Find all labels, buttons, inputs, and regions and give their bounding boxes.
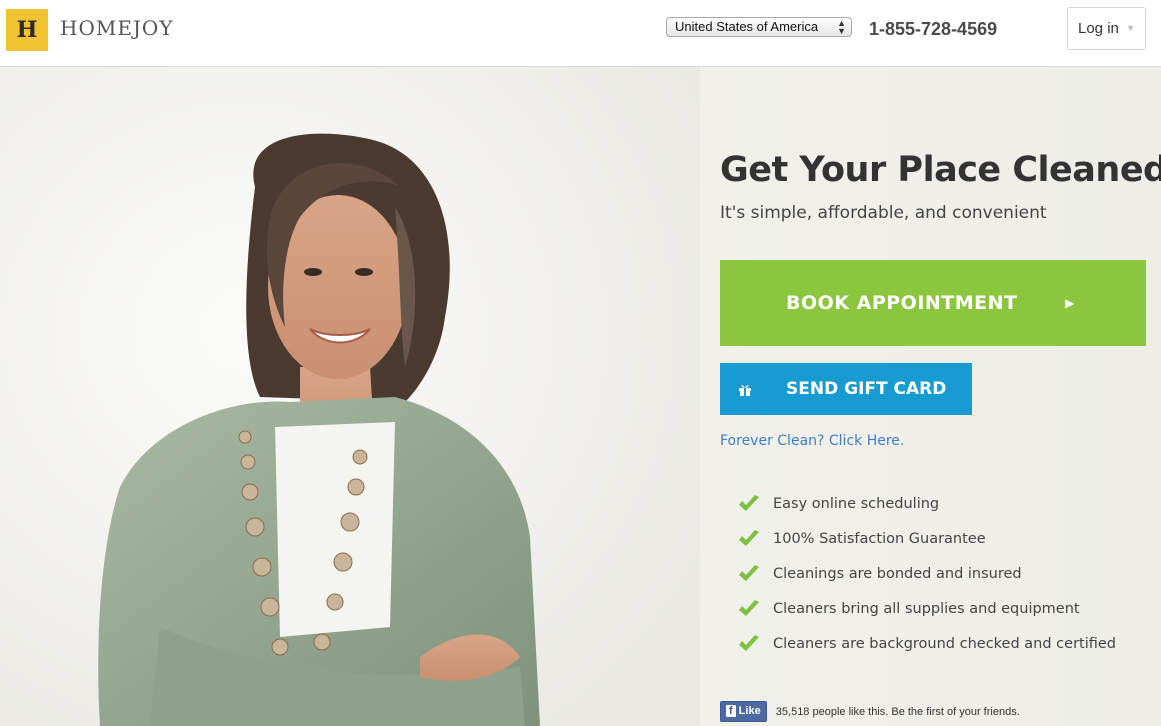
- forever-clean-link[interactable]: Forever Clean? Click Here.: [720, 433, 904, 449]
- send-gift-card-button[interactable]: SEND GIFT CARD: [720, 363, 972, 415]
- country-select[interactable]: United States of America ▲ ▼: [666, 17, 852, 37]
- chevron-down-icon: ▼: [1126, 23, 1135, 33]
- book-appointment-button[interactable]: BOOK APPOINTMENT ▶: [720, 260, 1146, 346]
- country-select-value: United States of America: [675, 19, 819, 34]
- facebook-like-count: 35,518 people like this. Be the first of…: [775, 705, 1020, 718]
- facebook-like-button[interactable]: f Like: [720, 701, 767, 722]
- feature-text: Cleanings are bonded and insured: [773, 566, 1022, 582]
- hero-section: Get Your Place Cleaned It's simple, affo…: [0, 67, 1161, 726]
- page-title: Get Your Place Cleaned: [720, 150, 1161, 190]
- check-icon: [739, 600, 759, 616]
- facebook-like-bar: f Like 35,518 people like this. Be the fi…: [720, 701, 1020, 722]
- top-header: H HOMEJOY United States of America ▲ ▼ 1-…: [0, 0, 1161, 67]
- gift-icon: [738, 363, 752, 415]
- feature-text: Easy online scheduling: [773, 496, 940, 512]
- facebook-like-label: Like: [738, 705, 761, 717]
- homejoy-logo-text[interactable]: HOMEJOY: [60, 16, 174, 40]
- book-appointment-label: BOOK APPOINTMENT: [786, 292, 1018, 314]
- login-label: Log in: [1078, 20, 1119, 37]
- check-icon: [739, 495, 759, 511]
- login-button[interactable]: Log in ▼: [1067, 7, 1146, 50]
- phone-number: 1-855-728-4569: [869, 19, 998, 39]
- facebook-icon: f: [726, 705, 736, 717]
- check-icon: [739, 530, 759, 546]
- feature-text: Cleaners are background checked and cert…: [773, 636, 1117, 652]
- send-gift-card-label: SEND GIFT CARD: [786, 379, 947, 399]
- chevron-right-icon: ▶: [1065, 296, 1075, 310]
- hero-photo: [0, 67, 700, 726]
- select-arrows-icon: ▲ ▼: [837, 18, 846, 36]
- homejoy-logo-mark[interactable]: H: [6, 9, 48, 51]
- feature-text: 100% Satisfaction Guarantee: [773, 531, 986, 547]
- check-icon: [739, 565, 759, 581]
- page-subtitle: It's simple, affordable, and convenient: [720, 203, 1047, 223]
- feature-text: Cleaners bring all supplies and equipmen…: [773, 601, 1080, 617]
- check-icon: [739, 635, 759, 651]
